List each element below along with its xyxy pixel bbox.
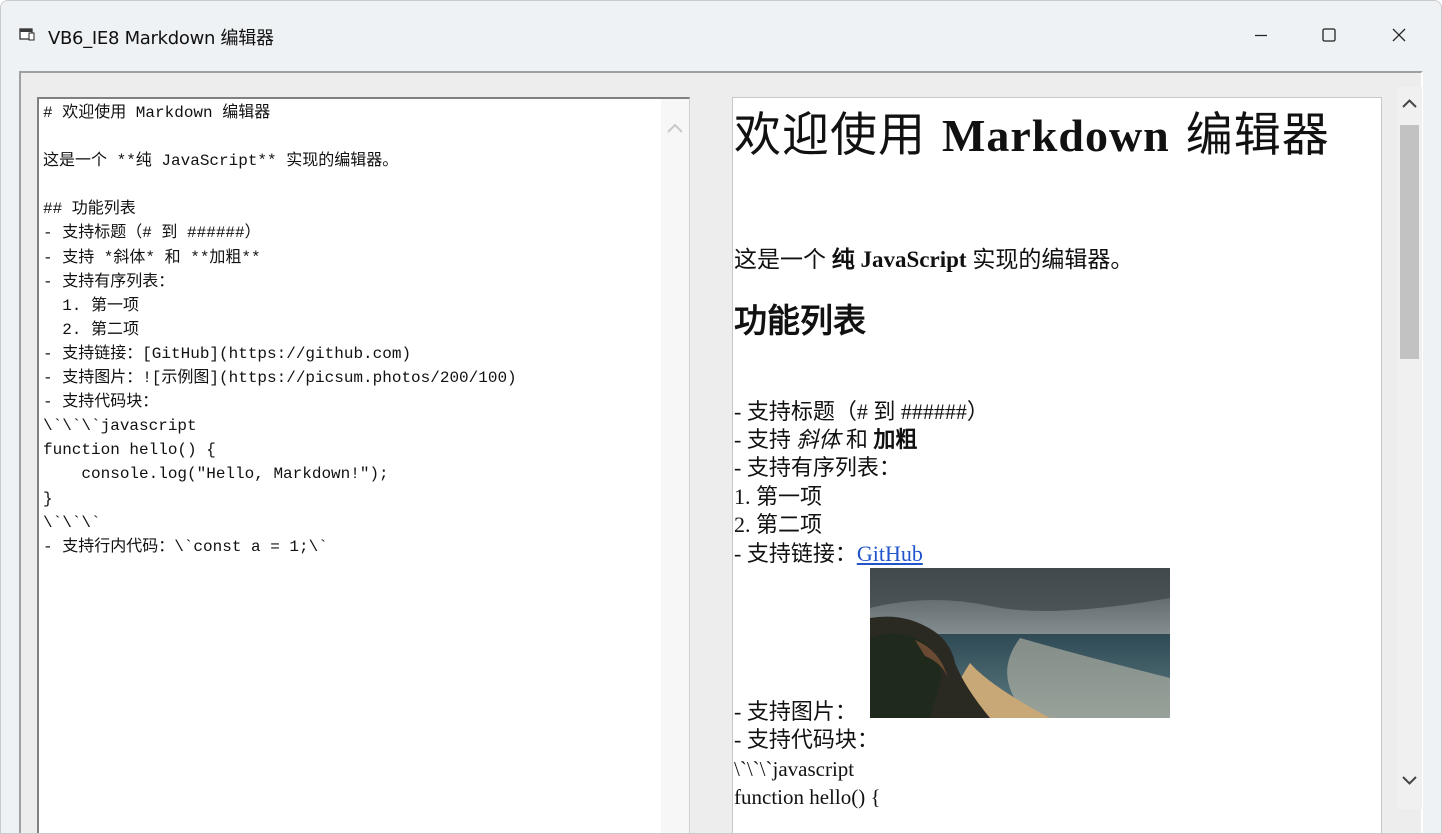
title-bar[interactable]: VB6_IE8 Markdown 编辑器: [1, 1, 1441, 67]
preview-code-line: function hello() {: [734, 785, 881, 809]
editor-scrollbar[interactable]: [661, 99, 689, 833]
preview-list-item: - 支持图片：: [734, 699, 857, 724]
window-title: VB6_IE8 Markdown 编辑器: [48, 28, 274, 49]
editor-text[interactable]: # 欢迎使用 Markdown 编辑器 这是一个 **纯 JavaScript*…: [43, 101, 517, 559]
scrollbar-thumb[interactable]: [1400, 125, 1419, 359]
chevron-up-icon[interactable]: [1400, 95, 1419, 113]
preview-code-line: \`\`\`javascript: [734, 757, 855, 781]
markdown-preview: 欢迎使用 Markdown 编辑器 这是一个 纯 JavaScript 实现的编…: [732, 97, 1382, 833]
app-window-icon: [19, 28, 35, 41]
preview-list-item: - 支持有序列表：: [734, 455, 901, 480]
preview-list-item: - 支持链接：GitHub: [734, 541, 923, 566]
minimize-icon: [1255, 34, 1267, 37]
preview-paragraph: 这是一个 纯 JavaScript 实现的编辑器。: [734, 247, 1134, 272]
app-window: VB6_IE8 Markdown 编辑器 # 欢迎使用 Markdown 编辑器…: [0, 0, 1442, 834]
preview-list-item: - 支持标题（# 到 ######）: [734, 399, 989, 424]
github-link[interactable]: GitHub: [857, 541, 923, 566]
preview-heading-2: 功能列表: [734, 301, 866, 340]
preview-list-item: 1. 第一项: [734, 484, 823, 509]
chevron-down-icon[interactable]: [1400, 771, 1419, 789]
preview-list-item: 2. 第二项: [734, 512, 823, 537]
markdown-editor[interactable]: # 欢迎使用 Markdown 编辑器 这是一个 **纯 JavaScript*…: [37, 97, 690, 833]
close-button[interactable]: [1367, 13, 1431, 57]
preview-list-item: - 支持 斜体 和 加粗: [734, 427, 918, 452]
preview-list-item: - 支持代码块：: [734, 727, 879, 752]
maximize-button[interactable]: [1297, 13, 1361, 57]
minimize-button[interactable]: [1229, 13, 1293, 57]
maximize-icon: [1322, 28, 1336, 42]
close-icon: [1392, 28, 1406, 42]
chevron-up-icon[interactable]: [666, 121, 684, 135]
window-scrollbar[interactable]: [1397, 87, 1422, 809]
example-image: [870, 568, 1170, 718]
preview-heading-1: 欢迎使用 Markdown 编辑器: [734, 108, 1330, 163]
